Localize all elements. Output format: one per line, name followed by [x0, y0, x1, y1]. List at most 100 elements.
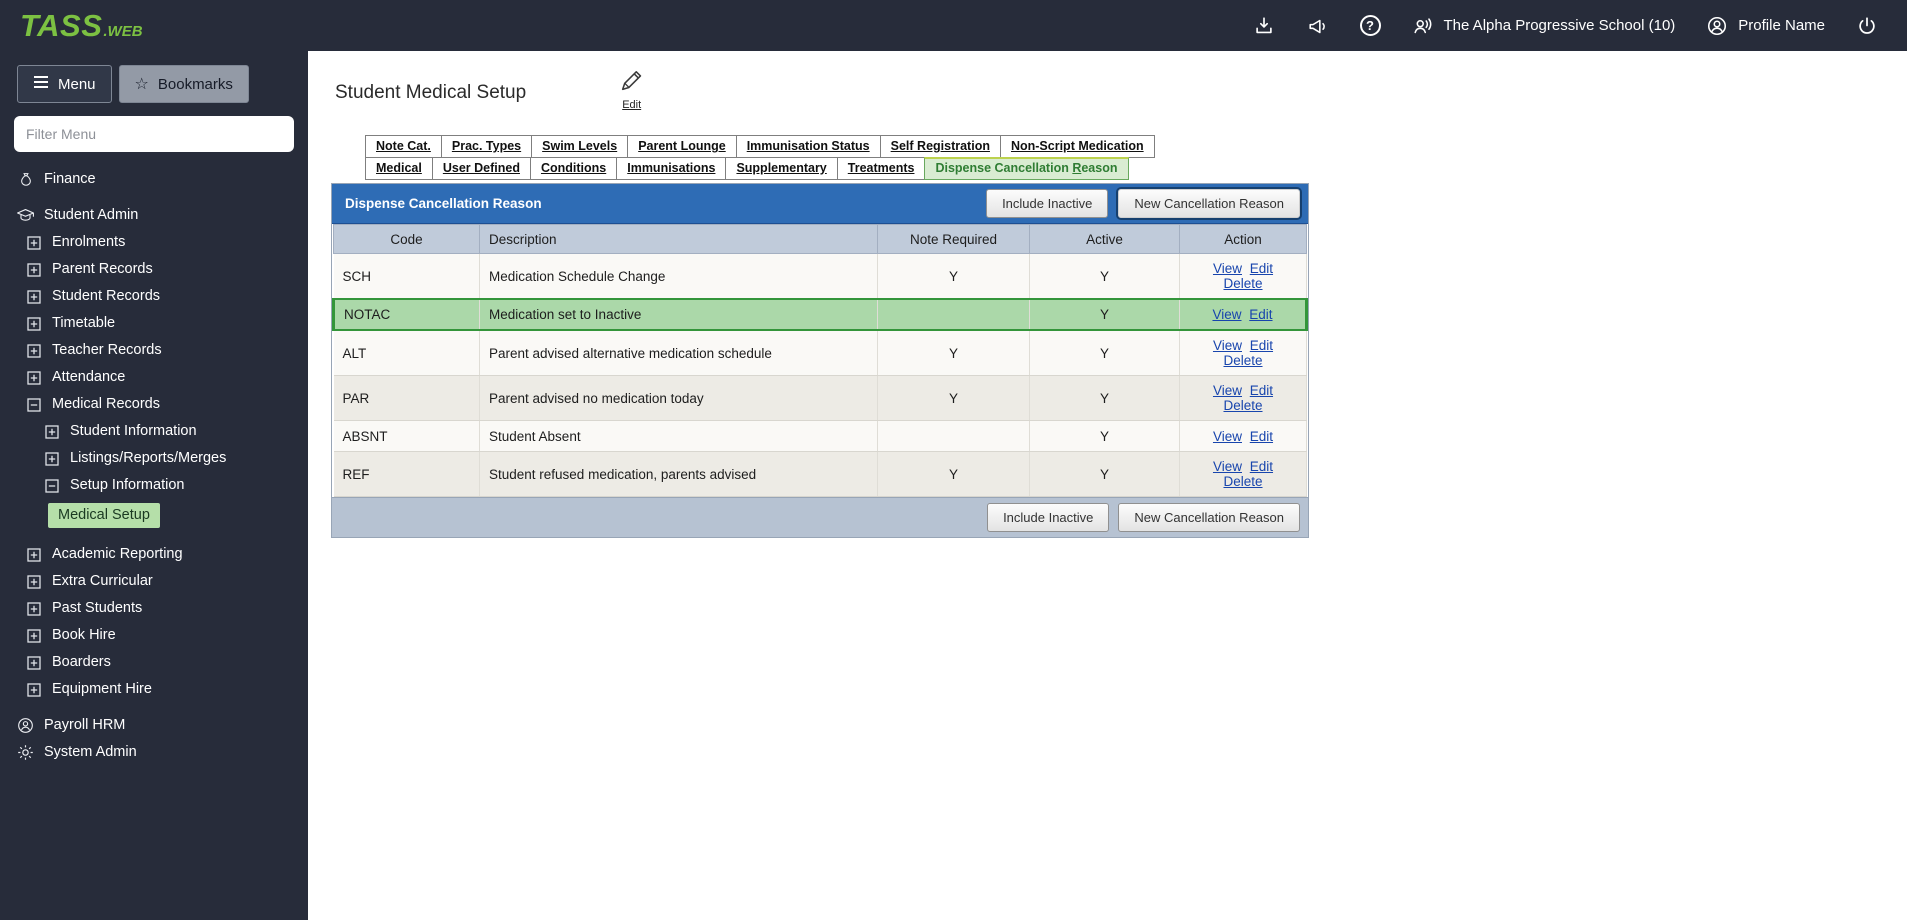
school-name: The Alpha Progressive School (10): [1444, 17, 1676, 34]
edit-link[interactable]: Edit: [1250, 261, 1273, 276]
tab-user-defined[interactable]: User Defined: [432, 157, 531, 180]
logout-icon[interactable]: [1855, 14, 1879, 38]
tab-treatments[interactable]: Treatments: [837, 157, 926, 180]
reason-row-absnt: ABSNTStudent AbsentYView Edit: [334, 421, 1307, 452]
edit-link[interactable]: Edit: [1250, 338, 1273, 353]
delete-link[interactable]: Delete: [1223, 276, 1262, 291]
action-cell: View Edit: [1180, 421, 1307, 452]
new-cancellation-reason-button-footer[interactable]: New Cancellation Reason: [1118, 503, 1300, 532]
sidebar-item-label: Enrolments: [52, 233, 125, 252]
tab-parent-lounge[interactable]: Parent Lounge: [627, 135, 737, 158]
download-icon[interactable]: [1252, 14, 1276, 38]
menu-tab[interactable]: Menu: [17, 65, 112, 103]
sidebar-item-parent-records[interactable]: Parent Records: [0, 256, 308, 283]
delete-link[interactable]: Delete: [1223, 474, 1262, 489]
menu-filter-input[interactable]: [14, 116, 294, 152]
tab-conditions[interactable]: Conditions: [530, 157, 617, 180]
tab-supplementary[interactable]: Supplementary: [725, 157, 837, 180]
school-selector[interactable]: The Alpha Progressive School (10): [1411, 14, 1676, 38]
sidebar-menu: Finance Student Admin Enrolments Parent Rec…: [0, 156, 308, 776]
main-content: Student Medical Setup Edit Note Cat.Prac…: [308, 51, 1907, 920]
tab-swim-levels[interactable]: Swim Levels: [531, 135, 628, 158]
description-cell: Medication set to Inactive: [480, 299, 878, 330]
tab-note-cat[interactable]: Note Cat.: [365, 135, 442, 158]
sidebar-item-payroll-hrm[interactable]: Payroll HRM: [0, 712, 308, 739]
edit-link[interactable]: Edit: [1250, 383, 1273, 398]
sidebar-item-setup-information[interactable]: Setup Information: [0, 472, 308, 499]
edit-link[interactable]: Edit: [1250, 459, 1273, 474]
sidebar-item-label: Timetable: [52, 314, 115, 333]
sidebar-item-timetable[interactable]: Timetable: [0, 310, 308, 337]
sidebar-item-label: Listings/Reports/Merges: [70, 449, 226, 468]
help-icon[interactable]: ?: [1360, 15, 1381, 36]
view-link[interactable]: View: [1213, 429, 1242, 444]
reason-row-notac: NOTACMedication set to Inactive Y View Edi…: [334, 299, 1307, 330]
plus-box-icon: [42, 452, 61, 466]
view-link[interactable]: View: [1213, 459, 1242, 474]
plus-box-icon: [24, 371, 43, 385]
profile-menu[interactable]: Profile Name: [1705, 14, 1825, 38]
plus-box-icon: [24, 656, 43, 670]
bookmarks-tab[interactable]: ☆ Bookmarks: [119, 65, 249, 103]
sidebar-item-listings-reports-merges[interactable]: Listings/Reports/Merges: [0, 445, 308, 472]
active-cell: Y: [1030, 299, 1180, 330]
note-required-cell: [878, 421, 1030, 452]
column-header-code: Code: [334, 225, 480, 254]
sidebar-item-label: Student Records: [52, 287, 160, 306]
action-cell: View Edit Delete: [1180, 330, 1307, 376]
note-required-cell: Y: [878, 452, 1030, 497]
code-cell: PAR: [334, 376, 480, 421]
include-inactive-button[interactable]: Include Inactive: [986, 189, 1108, 218]
edit-link[interactable]: Edit: [1249, 307, 1272, 322]
sidebar-item-teacher-records[interactable]: Teacher Records: [0, 337, 308, 364]
action-cell: View Edit Delete: [1180, 376, 1307, 421]
panel-title: Dispense Cancellation Reason: [345, 196, 976, 211]
sidebar-item-label: Academic Reporting: [52, 545, 183, 564]
view-link[interactable]: View: [1212, 307, 1241, 322]
sidebar-item-book-hire[interactable]: Book Hire: [0, 622, 308, 649]
plus-box-icon: [42, 425, 61, 439]
active-cell: Y: [1030, 452, 1180, 497]
include-inactive-button-footer[interactable]: Include Inactive: [987, 503, 1109, 532]
sidebar-item-boarders[interactable]: Boarders: [0, 649, 308, 676]
delete-link[interactable]: Delete: [1223, 398, 1262, 413]
sidebar-item-student-information[interactable]: Student Information: [0, 418, 308, 445]
code-cell: NOTAC: [334, 299, 480, 330]
view-link[interactable]: View: [1213, 338, 1242, 353]
delete-link[interactable]: Delete: [1223, 353, 1262, 368]
tab-medical[interactable]: Medical: [365, 157, 433, 180]
sidebar-item-label: Teacher Records: [52, 341, 162, 360]
plus-box-icon: [24, 290, 43, 304]
view-link[interactable]: View: [1213, 383, 1242, 398]
announcements-icon[interactable]: [1306, 14, 1330, 38]
new-cancellation-reason-button[interactable]: New Cancellation Reason: [1118, 189, 1300, 218]
panel-header: Dispense Cancellation Reason Include Ina…: [332, 184, 1308, 224]
bookmarks-tab-label: Bookmarks: [158, 76, 233, 93]
tabs-row-1: Note Cat.Prac. TypesSwim LevelsParent Lo…: [365, 135, 1309, 158]
tab-non-script-medication[interactable]: Non-Script Medication: [1000, 135, 1155, 158]
topbar-actions: ? The Alpha Progressive School (10) Prof…: [1252, 14, 1880, 38]
description-cell: Student Absent: [480, 421, 878, 452]
edit-link[interactable]: Edit: [1250, 429, 1273, 444]
tab-dispense-cancellation-reason[interactable]: Dispense Cancellation Reason: [924, 157, 1128, 180]
sidebar-item-equipment-hire[interactable]: Equipment Hire: [0, 676, 308, 703]
tab-immunisations[interactable]: Immunisations: [616, 157, 726, 180]
tab-self-registration[interactable]: Self Registration: [880, 135, 1001, 158]
money-bag-icon: [16, 171, 35, 189]
sidebar-item-attendance[interactable]: Attendance: [0, 364, 308, 391]
sidebar-item-past-students[interactable]: Past Students: [0, 595, 308, 622]
sidebar-item-academic-reporting[interactable]: Academic Reporting: [0, 541, 308, 568]
sidebar-item-student-records[interactable]: Student Records: [0, 283, 308, 310]
sidebar-item-extra-curricular[interactable]: Extra Curricular: [0, 568, 308, 595]
sidebar-item-medical-setup[interactable]: Medical Setup: [0, 499, 308, 532]
tab-prac-types[interactable]: Prac. Types: [441, 135, 532, 158]
view-link[interactable]: View: [1213, 261, 1242, 276]
table-header-row: CodeDescriptionNote RequiredActiveAction: [334, 225, 1307, 254]
sidebar-item-enrolments[interactable]: Enrolments: [0, 229, 308, 256]
sidebar-item-medical-records[interactable]: Medical Records: [0, 391, 308, 418]
sidebar-item-finance[interactable]: Finance: [0, 166, 308, 193]
tab-immunisation-status[interactable]: Immunisation Status: [736, 135, 881, 158]
edit-action[interactable]: Edit: [618, 67, 645, 111]
sidebar-item-system-admin[interactable]: System Admin: [0, 739, 308, 766]
sidebar-item-student-admin[interactable]: Student Admin: [0, 202, 308, 229]
